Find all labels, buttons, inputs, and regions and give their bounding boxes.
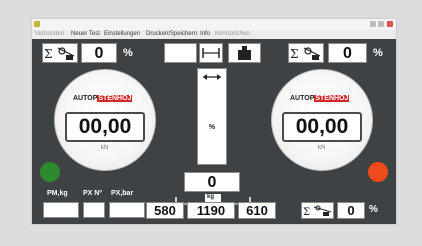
right-sum-unit: % [373, 47, 383, 59]
right-sum-value: 0 [343, 45, 352, 62]
double-arrow-icon [203, 74, 221, 80]
left-sum-value: 0 [94, 45, 104, 62]
menu-item-einstellungen[interactable]: Einstellungen [104, 30, 140, 39]
brake-efficiency-value: 0 [347, 203, 355, 218]
axle-total-weight: 1190 [196, 203, 226, 218]
sum-brake-icon: Σ [290, 47, 321, 61]
sum-brake-icon: Σ [44, 47, 75, 61]
brake-efficiency-icon-box: Σ [301, 202, 334, 219]
axle-left-weight: 580 [154, 203, 176, 218]
brake-efficiency-icon: Σ [303, 205, 332, 218]
right-gauge-brand: AUTOPSTENHOJ [290, 95, 350, 102]
right-force-gauge: AUTOPSTENHOJ 00,00 kN [271, 69, 373, 171]
brake-efficiency-unit: % [369, 204, 378, 215]
menu-item-verbunden: Verbunden [35, 31, 65, 37]
right-gauge-display: 00,00 [282, 112, 362, 142]
right-status-lamp [368, 162, 388, 182]
axle-width-icon-box [199, 43, 223, 63]
left-status-lamp [40, 162, 60, 182]
app-window: Verbunden Neuer Test Einstellungen Druck… [32, 19, 396, 224]
left-gauge-value: 00,00 [78, 115, 132, 138]
pm-kg-input[interactable] [43, 202, 79, 218]
left-sum-brake-icon: Σ [42, 43, 78, 63]
menu-item-neuer-test[interactable]: Neuer Test [71, 30, 100, 39]
menu-bar: Verbunden Neuer Test Einstellungen Druck… [32, 30, 396, 39]
difference-value: 0 [207, 174, 217, 191]
top-center-blank-box [164, 43, 197, 63]
right-gauge-value: 00,00 [295, 115, 349, 138]
axle-right-weight: 610 [246, 203, 268, 218]
px-bar-label: PX,bar [111, 190, 134, 197]
screen-frame: Verbunden Neuer Test Einstellungen Druck… [0, 0, 422, 246]
maximize-icon[interactable] [378, 21, 384, 27]
difference-value-box: 0 [184, 172, 240, 192]
px-no-input[interactable] [83, 202, 105, 218]
svg-text:Σ: Σ [303, 207, 310, 218]
axle-right-weight-box: 610 [238, 202, 276, 219]
axle-total-weight-box: 1190 [187, 202, 235, 219]
svg-text:Σ: Σ [290, 47, 298, 61]
axle-weight-unit: kg [207, 194, 215, 200]
right-sum-brake-icon: Σ [288, 43, 324, 63]
px-bar-input[interactable] [109, 202, 145, 218]
menu-item-info[interactable]: Info [200, 30, 210, 39]
px-no-label: PX Nº [83, 190, 102, 197]
minimize-icon[interactable] [370, 21, 376, 27]
left-gauge-brand: AUTOPSTENHOJ [73, 95, 133, 102]
weight-icon-box [228, 43, 261, 63]
weight-icon [238, 46, 251, 60]
left-gauge-display: 00,00 [65, 112, 145, 142]
svg-text:Σ: Σ [44, 47, 52, 61]
brake-efficiency-value-box: 0 [337, 202, 365, 219]
title-bar [32, 19, 396, 30]
axle-width-icon [202, 48, 220, 58]
app-icon [34, 21, 40, 27]
close-icon[interactable] [387, 21, 393, 27]
axle-left-weight-box: 580 [146, 202, 184, 219]
right-sum-value-box: 0 [328, 43, 367, 63]
left-force-gauge: AUTOPSTENHOJ 00,00 kN [54, 69, 156, 171]
difference-bar-box: % [197, 68, 227, 165]
menu-item-kennzeichen: Kennzeichen [215, 31, 250, 37]
right-gauge-unit: kN [318, 145, 326, 151]
left-gauge-unit: kN [101, 145, 109, 151]
difference-bar-unit: % [208, 124, 216, 131]
left-sum-value-box: 0 [81, 43, 117, 63]
menu-item-drucken-speichern[interactable]: Drucken/Speichern [146, 30, 197, 39]
left-sum-unit: % [123, 47, 133, 59]
pm-kg-label: PM,kg [47, 190, 68, 197]
